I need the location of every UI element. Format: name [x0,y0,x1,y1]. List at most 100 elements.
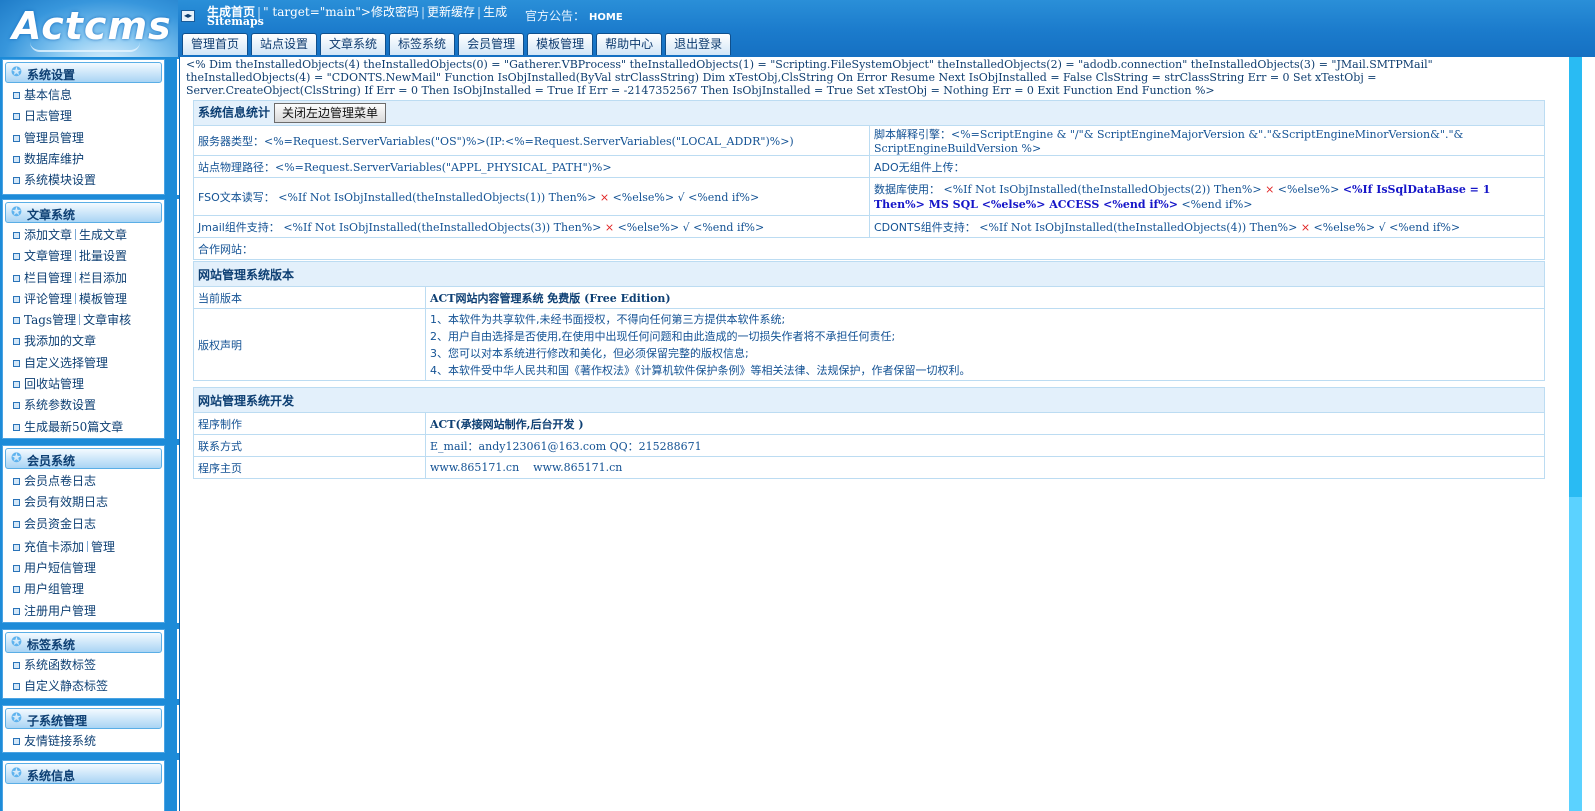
sidebar-header-system-info[interactable]: ✪ 系统信息 [5,763,162,784]
sidebar-header-tag-system[interactable]: ✪ 标签系统 [5,632,162,653]
sidebar-item-function-tags[interactable]: 系统函数标签 [3,655,164,676]
sidebar-item-label[interactable]: 会员有效期日志 [24,495,108,509]
sidebar-item-generate-latest[interactable]: 生成最新50篇文章 [3,417,164,438]
toggle-sidebar-icon[interactable]: ◂▸ [181,10,195,22]
sidebar-item-card-management[interactable]: 管理 [91,540,115,554]
sidebar-item-label[interactable]: 回收站管理 [24,377,84,391]
sidebar-item-module-settings[interactable]: 系统模块设置 [3,170,164,191]
sidebar-item-label[interactable]: 用户短信管理 [24,561,96,575]
sidebar-item-label[interactable]: 生成最新50篇文章 [24,420,123,434]
sidebar-item-label[interactable]: 系统模块设置 [24,173,96,187]
close-left-menu-button[interactable]: 关闭左边管理菜单 [274,103,387,123]
sidebar-section-system-settings: ✪ 系统设置 基本信息 日志管理 管理员管理 数据库维护 系统模块设置 [2,59,165,195]
change-password-link[interactable]: " target="main">修改密码 [263,5,419,19]
homepage-link[interactable]: www.865171.cn [533,461,622,474]
sidebar-item-label[interactable]: 基本信息 [24,88,72,102]
sidebar-item-label[interactable]: 会员点卷日志 [24,474,96,488]
tab-site-settings[interactable]: 站点设置 [251,33,318,55]
sidebar-item-static-tags[interactable]: 自定义静态标签 [3,676,164,697]
tab-tag-system[interactable]: 标签系统 [389,33,456,55]
table-cell: E_mail：andy123061@163.com QQ：215288671 [425,434,1545,457]
sidebar-item-database-maintenance[interactable]: 数据库维护 [3,149,164,170]
sidebar-item-column-management[interactable]: 栏目管理 [24,271,72,285]
sidebar-item-label[interactable]: 用户组管理 [24,582,84,596]
sidebar-item-custom-select[interactable]: 自定义选择管理 [3,353,164,374]
table-row: 程序主页 www.865171.cn www.865171.cn [193,456,1545,479]
sidebar-header-article-system[interactable]: ✪ 文章系统 [5,202,162,223]
sidebar-header-subsystem[interactable]: ✪ 子系统管理 [5,708,162,729]
generate-link[interactable]: 生成 [483,5,507,19]
sidebar-item-system-params[interactable]: 系统参数设置 [3,395,164,416]
sidebar-item-log-management[interactable]: 日志管理 [3,106,164,127]
sidebar-section-tag-system: ✪ 标签系统 系统函数标签 自定义静态标签 [2,629,165,699]
main-nav-tabs: 管理首页 站点设置 文章系统 标签系统 会员管理 模板管理 帮助中心 退出登录 [182,33,732,55]
sidebar-item-label[interactable]: 系统函数标签 [24,658,96,672]
sidebar-item-label[interactable]: 管理员管理 [24,131,84,145]
sidebar-scrollbar[interactable] [170,57,179,811]
sidebar-item-user-group-management[interactable]: 用户组管理 [3,579,164,600]
cell-value: <%end if%> [1181,197,1253,211]
sidebar-item-basic-info[interactable]: 基本信息 [3,85,164,106]
sidebar-item-generate-article[interactable]: 生成文章 [79,228,127,242]
sidebar-item-label[interactable]: 友情链接系统 [24,734,96,748]
sidebar-item-comment-management[interactable]: 评论管理 [24,292,72,306]
sidebar-item-add-article[interactable]: 添加文章 [24,228,72,242]
right-scrollbar[interactable] [1555,57,1595,811]
sidebar-item-my-articles[interactable]: 我添加的文章 [3,331,164,352]
sidebar-item-friend-links[interactable]: 友情链接系统 [3,731,164,752]
sidebar-item-batch-settings[interactable]: 批量设置 [79,249,127,263]
cell-value: <%If Not IsObjInstalled(theInstalledObje… [943,182,1262,196]
homepage-link[interactable]: www.865171.cn [430,461,519,474]
sidebar-item-tags-management[interactable]: Tags管理 [24,313,76,327]
table-row: 合作网站： [193,237,1545,260]
sidebar-item-article-review[interactable]: 文章审核 [83,313,131,327]
star-icon: ✪ [11,635,22,650]
sidebar-item-label[interactable]: 自定义选择管理 [24,356,108,370]
tab-logout[interactable]: 退出登录 [665,33,732,55]
sidebar-header-title: 标签系统 [27,638,76,652]
tab-template-management[interactable]: 模板管理 [527,33,594,55]
sidebar-item-member-validity-log[interactable]: 会员有效期日志 [3,492,164,513]
sidebar-header-system-settings[interactable]: ✪ 系统设置 [5,62,162,83]
star-icon: ✪ [11,451,22,466]
sitemaps-link[interactable]: Sitemaps [207,15,264,28]
cell-label: Jmail组件支持： [198,220,280,234]
sidebar-item-add-column[interactable]: 栏目添加 [79,271,127,285]
sidebar-item-template-management[interactable]: 模板管理 [79,292,127,306]
sidebar-item-registered-users[interactable]: 注册用户管理 [3,601,164,622]
bullet-icon [13,478,20,485]
notice-value[interactable]: HOME [589,12,623,23]
update-cache-link[interactable]: 更新缓存 [427,5,475,19]
sidebar-item-admin-management[interactable]: 管理员管理 [3,128,164,149]
sidebar-header-member-system[interactable]: ✪ 会员系统 [5,448,162,469]
sidebar-item-recycle-bin[interactable]: 回收站管理 [3,374,164,395]
sidebar-section-system-info: ✪ 系统信息 [2,760,165,811]
cross-icon: × [604,220,615,234]
bullet-icon [13,683,20,691]
table-caption: 网站管理系统开发 [193,387,1545,413]
bullet-icon [13,134,20,142]
tab-help-center[interactable]: 帮助中心 [596,33,663,55]
sidebar-item-add-card[interactable]: 充值卡添加 [24,540,84,554]
sidebar-item-label[interactable]: 会员资金日志 [24,517,96,531]
tab-article-system[interactable]: 文章系统 [320,33,387,55]
sidebar-item-label[interactable]: 系统参数设置 [24,398,96,412]
table-cell: 服务器类型：<%=Request.ServerVariables("OS")%>… [193,125,870,156]
sidebar-item-member-funds-log[interactable]: 会员资金日志 [3,514,164,535]
sidebar-item-label[interactable]: 数据库维护 [24,152,84,166]
sidebar-item-member-points-log[interactable]: 会员点卷日志 [3,471,164,492]
cell-value: <%else%> [1277,182,1340,196]
tab-member-management[interactable]: 会员管理 [458,33,525,55]
sidebar-item-label[interactable]: 注册用户管理 [24,604,96,618]
divider [75,250,77,262]
cell-value: <%else%> [1313,220,1376,234]
sidebar-item-sms-management[interactable]: 用户短信管理 [3,558,164,579]
cell-value: <%=Request.ServerVariables("APPL_PHYSICA… [275,160,612,174]
scroll-thumb[interactable] [1569,497,1582,811]
sidebar-item-label[interactable]: 自定义静态标签 [24,679,108,693]
tab-admin-home[interactable]: 管理首页 [182,33,249,55]
sidebar-item-label[interactable]: 我添加的文章 [24,334,96,348]
sidebar-item-label[interactable]: 日志管理 [24,109,72,123]
sidebar-item-article-management[interactable]: 文章管理 [24,249,72,263]
scroll-line [177,59,179,195]
